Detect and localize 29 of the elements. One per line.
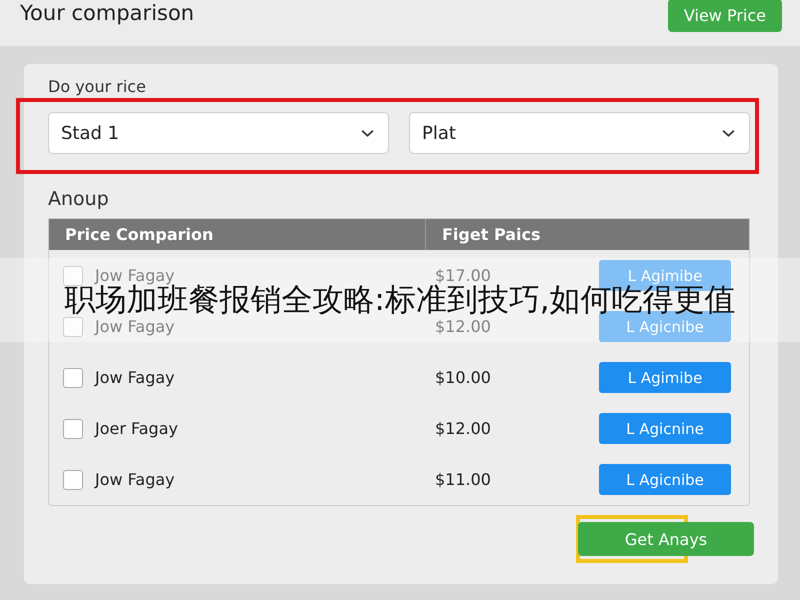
page-title: Your comparison <box>20 0 194 26</box>
checkbox[interactable] <box>63 368 83 388</box>
checkbox[interactable] <box>63 316 83 336</box>
table-cell-text: Jow Fagay <box>95 368 176 387</box>
dropdown[interactable]: Stad 1 <box>48 112 389 154</box>
table-cell-text: $12.00 <box>435 317 492 336</box>
column-header: Price Comparion <box>49 219 426 250</box>
table-cell-text: $11.00 <box>435 470 492 489</box>
table-cell-text: $17.00 <box>435 266 491 285</box>
table-cell-text: Jow Fagay <box>95 266 175 285</box>
row-button[interactable]: L Agicnine <box>599 413 731 444</box>
row-button[interactable]: L Agimibe <box>599 362 731 393</box>
table-cell-text: Joer Fagay <box>95 419 179 438</box>
row-button[interactable]: L Agicnibe <box>599 464 731 495</box>
section-label: Anoup <box>48 188 110 210</box>
table-cell-text: $12.00 <box>435 419 492 438</box>
table-cell-text: Jow Fagay <box>95 470 176 489</box>
checkbox[interactable] <box>63 418 83 438</box>
view-price-button[interactable]: View Price <box>668 0 782 32</box>
chevron-down-icon <box>722 128 735 138</box>
form-label: Do your rice <box>48 78 147 96</box>
column-header: Figet Paics <box>441 225 541 244</box>
checkbox[interactable] <box>63 470 83 490</box>
table-cell-text: $10.00 <box>435 368 492 387</box>
checkbox[interactable] <box>63 266 83 286</box>
dropdown[interactable]: Plat <box>409 112 750 154</box>
chevron-down-icon <box>361 128 374 138</box>
get-button[interactable]: Get Anays <box>578 522 754 556</box>
table-cell-text: Jow Fagay <box>95 317 176 336</box>
